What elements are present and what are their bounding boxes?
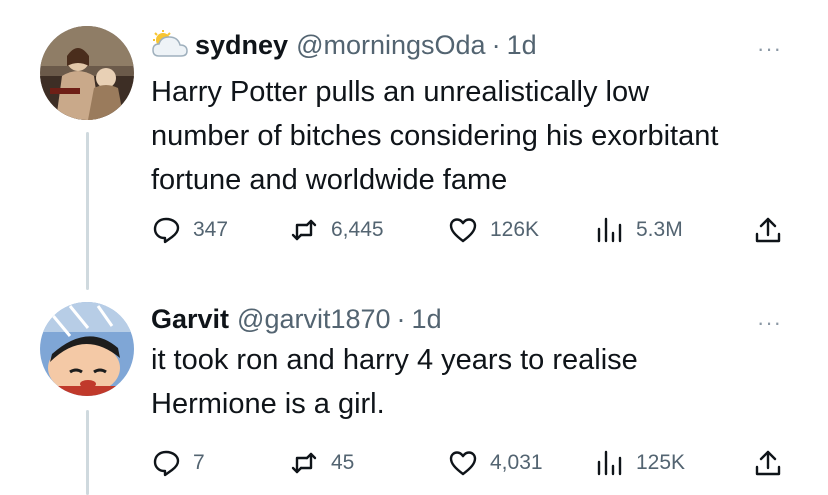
views-bar-chart-icon (597, 217, 622, 243)
tweet-header: Garvit @garvit1870 · 1d (151, 300, 442, 338)
share-icon (755, 450, 781, 476)
reply-button[interactable]: 7 (151, 445, 205, 481)
like-button[interactable]: 4,031 (448, 445, 543, 481)
views-button[interactable]: 125K (594, 445, 685, 481)
tweet-text-line: number of bitches considering his exorbi… (151, 120, 719, 152)
avatar-painting-image (40, 26, 134, 120)
action-bar: 7 45 4,031 125K (151, 445, 791, 481)
retweet-button[interactable]: 6,445 (289, 212, 384, 248)
heart-icon (449, 451, 477, 476)
share-button[interactable] (753, 445, 795, 481)
tweet-text-line: Hermione is a girl. (151, 388, 385, 420)
reply-icon (153, 450, 180, 477)
view-count: 5.3M (636, 218, 683, 241)
like-button[interactable]: 126K (448, 212, 539, 248)
sun-behind-cloud-icon (152, 30, 188, 57)
action-bar: 347 6,445 126K 5.3M (151, 212, 791, 248)
reply-count: 7 (193, 451, 205, 474)
tweet-text: it took ron and harry 4 years to realise… (151, 338, 801, 426)
reply-icon (153, 217, 180, 244)
tweet-garvit[interactable]: Garvit @garvit1870 · 1d ··· it took ron … (0, 300, 828, 490)
tweet-text-line: it took ron and harry 4 years to realise (151, 344, 638, 376)
user-handle[interactable]: @morningsOda (296, 30, 486, 61)
views-bar-chart-icon (597, 450, 622, 476)
tweet-header: sydney @morningsOda · 1d (151, 26, 537, 64)
retweet-count: 6,445 (331, 218, 384, 241)
tweet-text-line: fortune and worldwide fame (151, 164, 508, 196)
like-count: 4,031 (490, 451, 543, 474)
display-name[interactable]: sydney (195, 30, 288, 61)
like-count: 126K (490, 218, 540, 241)
avatar[interactable] (40, 26, 134, 120)
retweet-count: 45 (331, 451, 355, 474)
more-options-button[interactable]: ··· (757, 36, 782, 62)
share-button[interactable] (753, 212, 795, 248)
separator-dot: · (491, 29, 501, 60)
retweet-icon (291, 452, 317, 474)
views-button[interactable]: 5.3M (594, 212, 683, 248)
tweet-sydney[interactable]: sydney @morningsOda · 1d ··· Harry Potte… (0, 26, 828, 256)
retweet-button[interactable]: 45 (289, 445, 354, 481)
separator-dot: · (396, 303, 406, 334)
view-count: 125K (636, 451, 686, 474)
avatar-cartoon-image (40, 302, 134, 396)
timestamp[interactable]: 1d (507, 30, 537, 61)
avatar[interactable] (40, 302, 134, 396)
timestamp[interactable]: 1d (412, 304, 442, 335)
user-handle[interactable]: @garvit1870 (237, 304, 391, 335)
retweet-icon (291, 219, 317, 241)
reply-button[interactable]: 347 (151, 212, 228, 248)
tweet-text: Harry Potter pulls an unrealistically lo… (151, 70, 801, 202)
tweet-text-line: Harry Potter pulls an unrealistically lo… (151, 76, 650, 108)
reply-count: 347 (193, 218, 229, 241)
heart-icon (449, 218, 477, 243)
share-icon (755, 217, 781, 243)
more-options-button[interactable]: ··· (757, 310, 782, 336)
display-name[interactable]: Garvit (151, 304, 229, 335)
